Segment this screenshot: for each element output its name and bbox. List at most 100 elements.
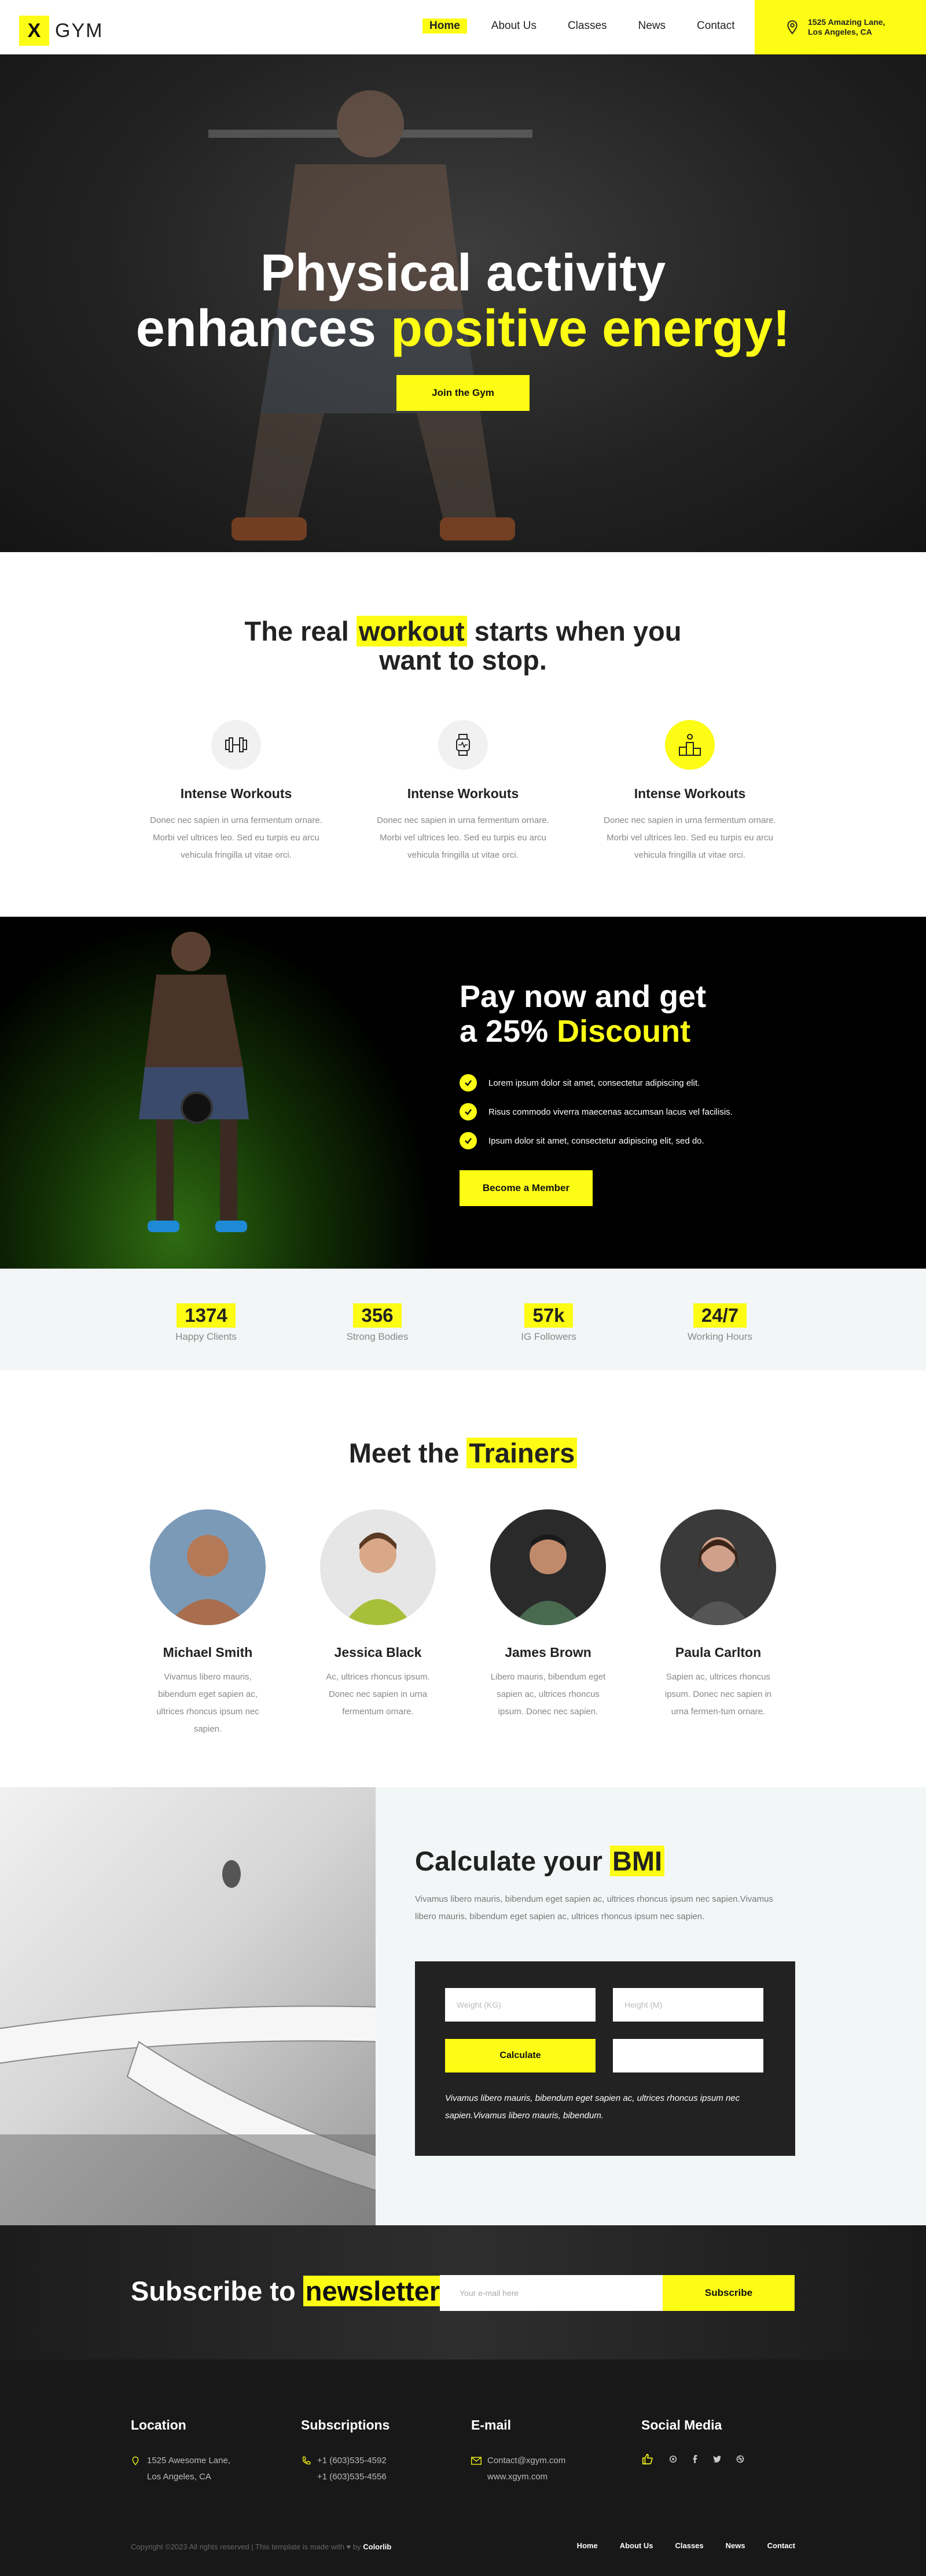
top-navbar: X GYM Home About Us Classes News Contact…	[0, 0, 926, 54]
stats-section: 1374 Happy Clients 356 Strong Bodies 57k IG…	[0, 1269, 926, 1370]
discount-title-highlight: Discount	[557, 1014, 691, 1049]
nav-classes[interactable]: Classes	[561, 19, 614, 34]
location-pin-icon	[131, 2456, 145, 2465]
subscribe-button[interactable]: Subscribe	[663, 2275, 795, 2311]
stat-value: 24/7	[693, 1303, 747, 1328]
trainer-photo	[660, 1509, 776, 1625]
logo-mark: X	[19, 16, 49, 46]
weight-input[interactable]	[445, 1988, 596, 2022]
location-pin-icon	[787, 20, 798, 35]
instagram-icon[interactable]	[669, 2455, 677, 2463]
feature-title: Intense Workouts	[180, 786, 292, 801]
measuring-tape-image	[0, 1787, 376, 2225]
footer-phone-1[interactable]: +1 (603)535-4592	[317, 2453, 387, 2469]
footer-nav-classes[interactable]: Classes	[675, 2541, 703, 2550]
nav-about[interactable]: About Us	[484, 19, 543, 34]
benefit-item: Ipsum dolor sit amet, consectetur adipis…	[460, 1126, 733, 1155]
trainers-title-pre: Meet the	[348, 1438, 467, 1468]
footer-phone-2[interactable]: +1 (603)535-4556	[301, 2469, 471, 2485]
logo-text: GYM	[55, 19, 104, 42]
bmi-title-pre: Calculate your	[415, 1846, 610, 1876]
workout-title-pre: The real	[244, 616, 357, 646]
become-member-button[interactable]: Become a Member	[460, 1170, 593, 1206]
kettlebell-athlete-image	[0, 917, 437, 1269]
discount-title-line2: a 25%	[460, 1014, 557, 1049]
trainer-bio: Sapien ac, ultrices rhoncus ipsum. Donec…	[664, 1672, 772, 1717]
newsletter-email-input[interactable]	[440, 2275, 663, 2311]
hero-section: Physical activity enhances positive ener…	[0, 54, 926, 552]
footer-nav-about[interactable]: About Us	[620, 2541, 653, 2550]
feature-text: Donec nec sapien in urna fermentum ornar…	[377, 815, 549, 860]
nav-contact[interactable]: Contact	[690, 19, 741, 34]
height-input[interactable]	[613, 1988, 763, 2022]
trainers-section: Meet the Trainers Michael Smith Vivamus …	[0, 1370, 926, 1787]
smartwatch-icon	[438, 720, 488, 770]
stat-item: 1374 Happy Clients	[120, 1303, 292, 1370]
newsletter-section: Subscribe to newsletter Subscribe	[0, 2225, 926, 2360]
trainer-bio: Vivamus libero mauris, bibendum eget sap…	[156, 1672, 259, 1734]
footer-subscriptions: Subscriptions +1 (603)535-4592 +1 (603)5…	[301, 2417, 471, 2485]
join-gym-button[interactable]: Join the Gym	[396, 375, 530, 411]
footer-nav-news[interactable]: News	[726, 2541, 745, 2550]
feature-card: Intense Workouts Donec nec sapien in urn…	[141, 720, 332, 864]
trainer-bio: Libero mauris, bibendum eget sapien ac, …	[490, 1672, 606, 1717]
stat-label: Working Hours	[687, 1331, 753, 1342]
trainer-photo	[490, 1509, 606, 1625]
trainer-card: Michael Smith Vivamus libero mauris, bib…	[150, 1509, 266, 1738]
footer-address-line2: Los Angeles, CA	[147, 2472, 211, 2482]
bmi-calculator: Calculate Vivamus libero mauris, bibendu…	[415, 1961, 795, 2156]
calculate-button[interactable]: Calculate	[445, 2039, 596, 2072]
address-box: 1525 Amazing Lane, Los Angeles, CA	[755, 0, 926, 54]
trainer-name: James Brown	[505, 1645, 591, 1660]
trainer-bio: Ac, ultrices rhoncus ipsum. Donec nec sa…	[326, 1672, 430, 1717]
benefit-text: Lorem ipsum dolor sit amet, consectetur …	[488, 1078, 700, 1088]
feature-text: Donec nec sapien in urna fermentum ornar…	[150, 815, 322, 860]
logo[interactable]: X GYM	[19, 16, 103, 46]
hero-title-highlight: positive energy!	[390, 300, 791, 358]
footer-nav-contact[interactable]: Contact	[767, 2541, 795, 2550]
footer-address-line1: 1525 Awesome Lane,	[147, 2456, 231, 2465]
trainer-card: Paula Carlton Sapien ac, ultrices rhoncu…	[660, 1509, 776, 1738]
footer-email-title: E-mail	[471, 2417, 512, 2432]
footer-nav-home[interactable]: Home	[577, 2541, 598, 2550]
newsletter-title-highlight: newsletter	[303, 2276, 443, 2306]
checkmark-icon	[460, 1074, 477, 1092]
trainer-card: James Brown Libero mauris, bibendum eget…	[490, 1509, 606, 1738]
thumbs-up-icon[interactable]	[641, 2453, 654, 2465]
workout-title-line2: want to stop.	[379, 645, 547, 675]
benefit-text: Ipsum dolor sit amet, consectetur adipis…	[488, 1136, 704, 1146]
bmi-description: Vivamus libero mauris, bibendum eget sap…	[415, 1894, 773, 1921]
bmi-section: Calculate your BMI Vivamus libero mauris…	[0, 1787, 926, 2225]
dribbble-icon[interactable]	[736, 2455, 744, 2463]
benefit-item: Lorem ipsum dolor sit amet, consectetur …	[460, 1068, 733, 1097]
footer-location: Location 1525 Awesome Lane, Los Angeles,…	[131, 2417, 301, 2485]
facebook-icon[interactable]	[692, 2455, 698, 2463]
footer-location-title: Location	[131, 2417, 186, 2432]
address-line-2: Los Angeles, CA	[808, 27, 872, 36]
dumbbell-icon	[211, 720, 261, 770]
copyright-text: Copyright ©2023 All rights reserved | Th…	[131, 2542, 363, 2551]
bmi-note: Vivamus libero mauris, bibendum eget sap…	[445, 2093, 740, 2121]
newsletter-title-pre: Subscribe to	[131, 2276, 303, 2306]
footer-website[interactable]: www.xgym.com	[471, 2469, 641, 2485]
hero-title-line1: Physical activity	[260, 244, 666, 302]
phone-icon	[301, 2456, 315, 2466]
checkmark-icon	[460, 1103, 477, 1120]
benefit-text: Risus commodo viverra maecenas accumsan …	[488, 1107, 733, 1117]
workout-section: The real workout starts when you want to…	[0, 552, 926, 917]
main-menu: Home About Us Classes News Contact	[422, 19, 759, 34]
stat-label: Strong Bodies	[346, 1331, 409, 1342]
stat-value: 57k	[524, 1303, 573, 1328]
envelope-icon	[471, 2457, 485, 2465]
footer-email-address[interactable]: Contact@xgym.com	[487, 2453, 565, 2469]
workout-title-highlight: workout	[356, 616, 467, 646]
stat-label: IG Followers	[521, 1331, 576, 1342]
trainer-name: Jessica Black	[334, 1645, 422, 1660]
discount-section: Pay now and get a 25% Discount Lorem ips…	[0, 917, 926, 1269]
copyright-brand-link[interactable]: Colorlib	[363, 2542, 391, 2551]
nav-home[interactable]: Home	[422, 19, 467, 34]
feature-card: Intense Workouts Donec nec sapien in urn…	[594, 720, 785, 864]
feature-card: Intense Workouts Donec nec sapien in urn…	[368, 720, 558, 864]
twitter-icon[interactable]	[713, 2456, 721, 2463]
nav-news[interactable]: News	[631, 19, 673, 34]
